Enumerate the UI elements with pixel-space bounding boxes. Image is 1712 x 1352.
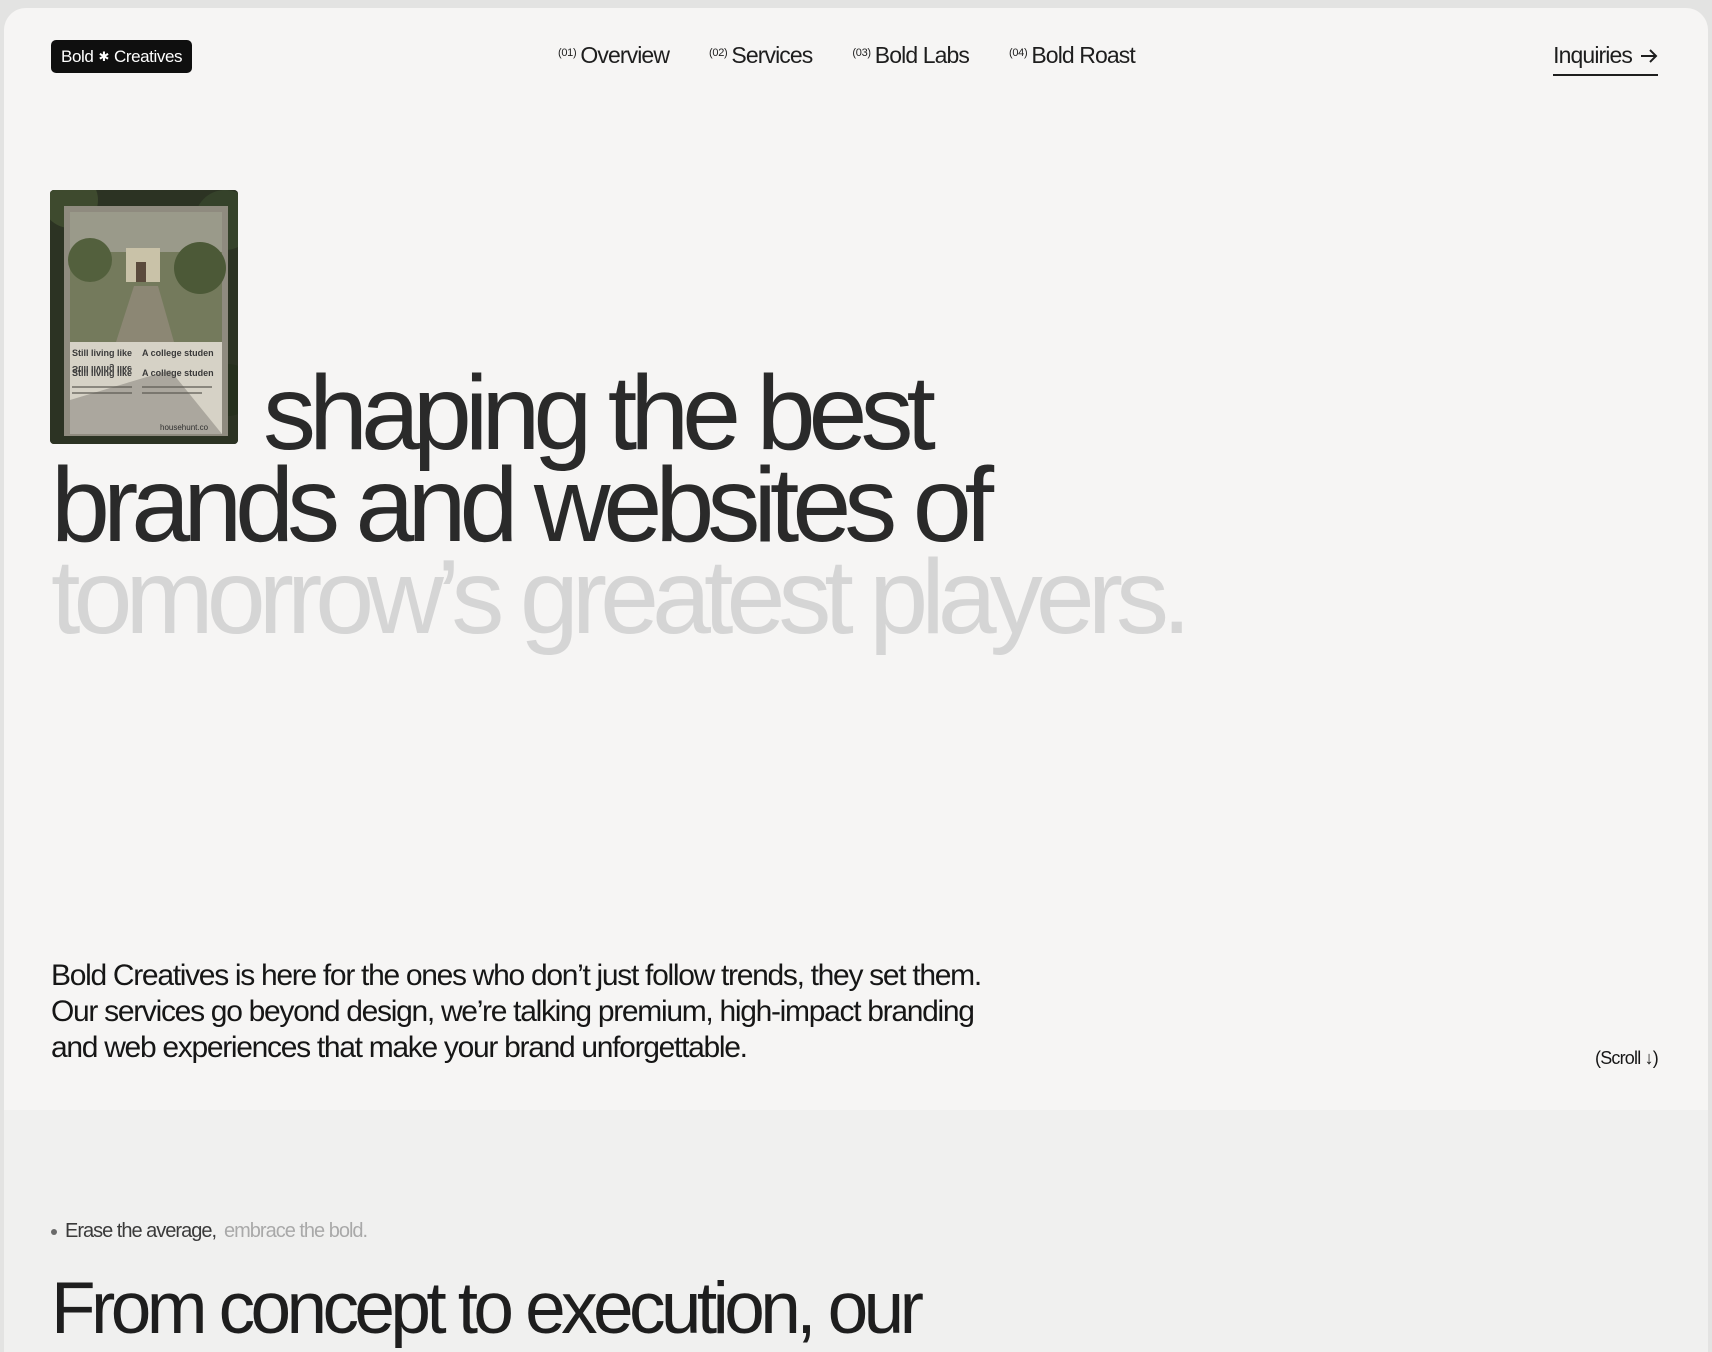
intro-paragraph: Bold Creatives is here for the ones who … [51, 959, 982, 1064]
section-heading: From concept to execution, our [51, 1268, 924, 1349]
services-section: Erase the average, embrace the bold. Fro… [4, 1110, 1708, 1352]
logo-text-left: Bold [61, 46, 94, 66]
svg-text:Still living like: Still living like [72, 348, 132, 358]
nav-item-bold-labs[interactable]: (03) Bold Labs [852, 42, 969, 69]
arrow-right-icon [1641, 48, 1658, 63]
nav-item-label: Bold Labs [874, 42, 970, 68]
page: Bold ✱ Creatives (01) Overview (02) Serv… [4, 8, 1708, 1352]
nav-item-bold-roast[interactable]: (04) Bold Roast [1008, 42, 1136, 69]
billboard-photo: Still living like A college studen Still… [50, 190, 238, 444]
bolt-icon: ✱ [98, 49, 109, 64]
inquiries-link[interactable]: Inquiries [1553, 42, 1658, 76]
nav-item-label: Overview [580, 42, 670, 68]
nav-item-number: (01) [558, 47, 577, 59]
nav-item-overview[interactable]: (01) Overview [558, 42, 670, 69]
bullet-dot-icon [51, 1228, 57, 1235]
inquiries-label: Inquiries [1553, 42, 1633, 68]
logo-text-right: Creatives [113, 46, 183, 66]
nav-item-number: (04) [1008, 47, 1028, 59]
brand-logo[interactable]: Bold ✱ Creatives [51, 40, 193, 73]
hero-headline-line-3: tomorrow’s greatest players. [51, 538, 1191, 656]
nav-item-label: Services [731, 42, 813, 68]
svg-text:A college studen: A college studen [142, 348, 214, 358]
nav-item-number: (03) [852, 47, 871, 59]
tagline-primary: Erase the average, [65, 1220, 217, 1242]
nav-item-number: (02) [709, 47, 728, 59]
tagline-secondary: embrace the bold. [224, 1220, 368, 1242]
scroll-indicator[interactable]: (Scroll ↓) [1595, 1048, 1659, 1069]
svg-text:Still living like: Still living like [72, 368, 132, 378]
main-nav: (01) Overview (02) Services (03) Bold La… [558, 42, 1136, 69]
nav-item-label: Bold Roast [1031, 42, 1135, 68]
nav-item-services[interactable]: (02) Services [709, 42, 813, 69]
hero-image: Still living like A college studen Still… [50, 190, 238, 444]
section-tagline: Erase the average, embrace the bold. [51, 1220, 368, 1243]
svg-text:househunt.co: househunt.co [160, 423, 209, 432]
